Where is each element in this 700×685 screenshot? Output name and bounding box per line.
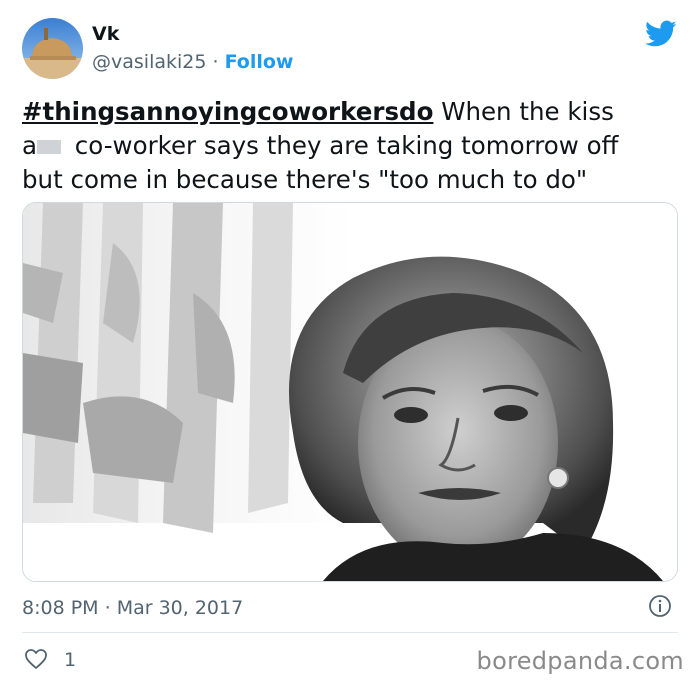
watermark: boredpanda.com — [476, 647, 684, 675]
tweet-media-image[interactable] — [22, 202, 678, 582]
tweet-text-part: When the kiss — [433, 97, 614, 126]
divider — [22, 632, 678, 633]
info-icon[interactable] — [648, 594, 672, 618]
heart-icon[interactable] — [24, 648, 48, 670]
tweet-time: 8:08 PM — [22, 597, 99, 619]
censored-word — [37, 140, 62, 154]
handle-row: @vasilaki25 · Follow — [92, 50, 294, 74]
separator-dot: · — [212, 51, 219, 73]
hashtag-link[interactable]: #thingsannoyingcoworkersdo — [22, 97, 433, 126]
tweet-text-part: a — [22, 131, 38, 160]
user-handle[interactable]: @vasilaki25 — [92, 51, 206, 73]
photo-illustration — [23, 203, 677, 581]
tweet-text: #thingsannoyingcoworkersdo When the kiss… — [22, 95, 672, 197]
tweet-timestamp[interactable]: 8:08 PM · Mar 30, 2017 — [22, 596, 243, 620]
tweet-line-2: a co-worker says they are taking tomorro… — [22, 129, 672, 163]
follow-button[interactable]: Follow — [225, 51, 294, 73]
tweet-line-1: #thingsannoyingcoworkersdo When the kiss — [22, 95, 672, 129]
tweet-line-3: but come in because there's "too much to… — [22, 165, 588, 194]
separator-dot: · — [104, 597, 111, 619]
tweet-text-part: co-worker says they are taking tomorrow … — [67, 131, 619, 160]
twitter-bird-icon[interactable] — [645, 20, 677, 48]
avatar[interactable] — [22, 18, 83, 79]
like-count: 1 — [64, 649, 77, 671]
avatar-image — [22, 18, 83, 79]
tweet-date: Mar 30, 2017 — [116, 597, 244, 619]
display-name[interactable]: Vk — [92, 22, 119, 46]
